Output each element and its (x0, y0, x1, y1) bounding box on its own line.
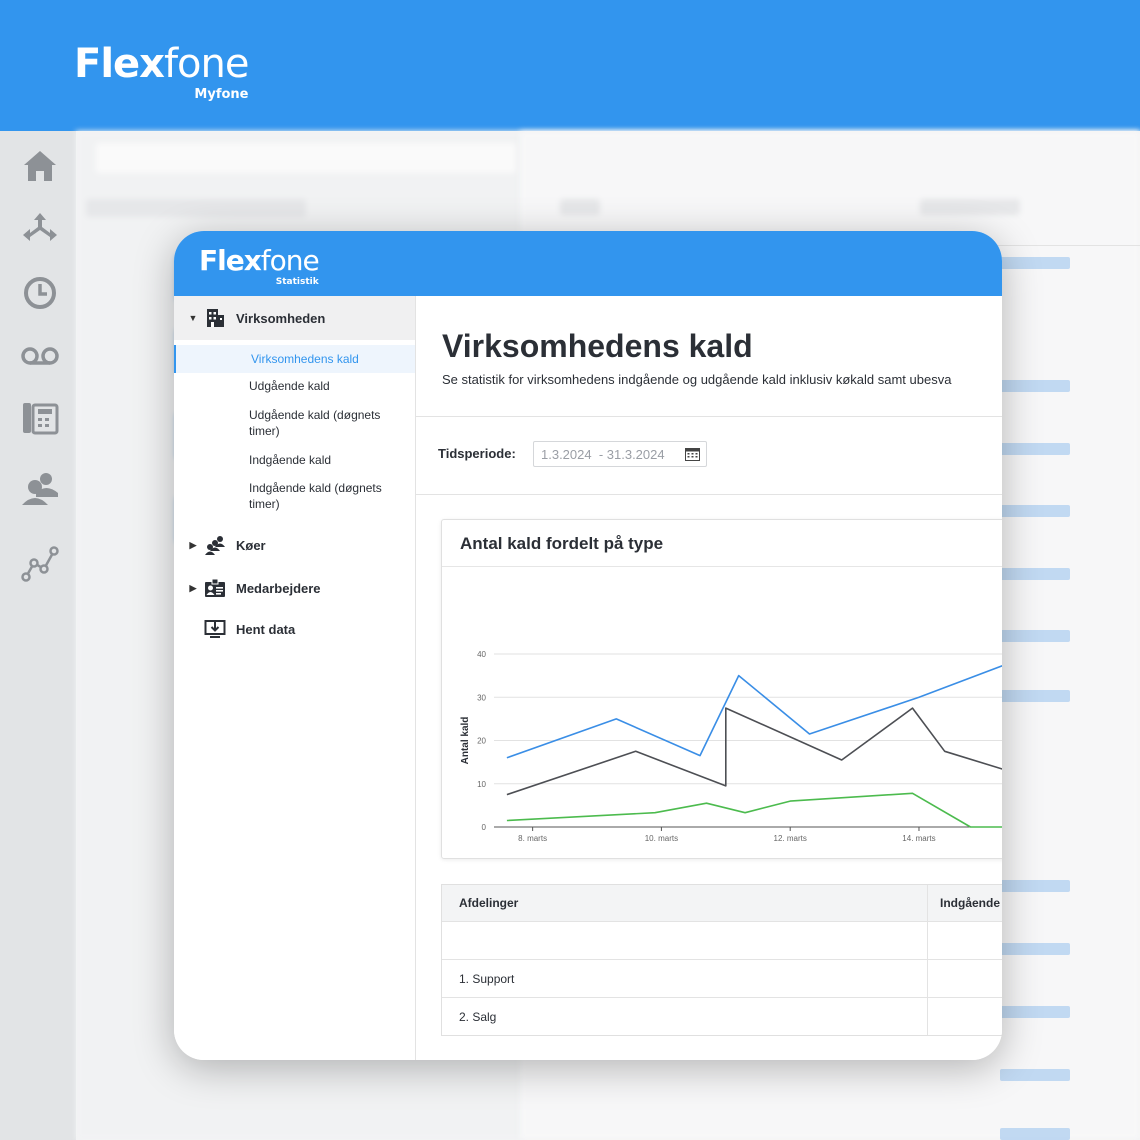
table-cell: 2. Salg (459, 1010, 497, 1024)
y-tick-label: 20 (477, 737, 486, 746)
section-medarbejdere[interactable]: ▶ Medarbejdere (174, 566, 415, 610)
clock-icon[interactable] (18, 271, 62, 315)
employee-card-icon (205, 578, 225, 597)
section-label: Virksomheden (236, 310, 326, 326)
table-row[interactable]: 1. Support (442, 959, 1002, 998)
departments-table: Afdelinger Indgående 1. Support 2. Salg (441, 884, 1002, 1036)
sidebar-item-indgaaende-kald[interactable]: Indgående kald (249, 452, 409, 468)
sidebar-item-indgaaende-kald-timer[interactable]: Indgående kald (døgnets timer) (249, 480, 409, 512)
series-line-3 (506, 792, 1002, 828)
series-line-2 (506, 707, 1002, 796)
voicemail-icon[interactable] (18, 333, 62, 377)
y-tick-label: 30 (477, 693, 486, 702)
table-row[interactable] (442, 921, 1002, 960)
divider (416, 494, 1002, 495)
statistics-icon[interactable] (18, 541, 62, 585)
column-header[interactable]: Afdelinger (459, 896, 518, 910)
section-virksomheden[interactable]: ▼ Virksomheden (174, 296, 415, 340)
section-label: Hent data (236, 621, 296, 637)
table-header: Afdelinger Indgående (442, 885, 1002, 921)
date-range-value: 1.3.2024 - 31.3.2024 (541, 447, 665, 462)
statistics-window: Flexfone Statistik ▼ Virksomheden Virkso… (174, 231, 1002, 1060)
sidebar-item-udgaaende-kald-timer[interactable]: Udgående kald (døgnets timer) (249, 407, 409, 439)
x-tick-label: 14. marts (902, 834, 935, 843)
app-header: Flexfone Myfone (0, 0, 1140, 131)
y-axis-label: Antal kald (460, 717, 471, 765)
divider (416, 416, 1002, 417)
section-label: Medarbejdere (236, 580, 321, 596)
sidebar-item-udgaaende-kald[interactable]: Udgående kald (249, 378, 409, 394)
statistics-sidebar: ▼ Virksomheden Virksomhedens kald Udgåen… (174, 296, 416, 1060)
building-icon (207, 309, 224, 327)
desk-phone-icon[interactable] (18, 395, 62, 439)
section-label: Køer (236, 537, 266, 553)
flexfone-statistik-logo[interactable]: Flexfone Statistik (199, 245, 320, 288)
section-hent-data[interactable]: Hent data (174, 607, 415, 651)
page-title: Virksomhedens kald (442, 328, 753, 364)
statistics-header: Flexfone Statistik (174, 231, 1002, 296)
navigation-rail (0, 131, 76, 1140)
routing-icon[interactable] (18, 207, 62, 251)
queue-icon (205, 536, 225, 555)
section-koeer[interactable]: ▶ Køer (174, 523, 415, 567)
calendar-icon[interactable] (685, 447, 700, 461)
table-row[interactable]: 2. Salg (442, 997, 1002, 1036)
caret-right-icon: ▶ (189, 582, 197, 593)
x-tick-label: 12. marts (774, 834, 807, 843)
y-tick-label: 10 (477, 780, 486, 789)
chart-panel: Antal kald fordelt på type 0 10 20 30 40 8. m… (441, 519, 1002, 859)
main-content: Virksomhedens kald Se statistik for virk… (416, 296, 1002, 1060)
x-tick-label: 8. marts (518, 834, 547, 843)
sidebar-item-virksomhedens-kald[interactable]: Virksomhedens kald (174, 345, 415, 373)
period-label: Tidsperiode: (438, 446, 516, 461)
caret-right-icon: ▶ (189, 539, 197, 550)
x-tick-label: 10. marts (645, 834, 678, 843)
download-icon (204, 620, 226, 638)
users-icon[interactable] (18, 467, 62, 511)
home-icon[interactable] (18, 143, 62, 187)
y-tick-label: 40 (477, 650, 486, 659)
series-line-1 (506, 665, 1002, 759)
page-description: Se statistik for virksomhedens indgående… (442, 372, 952, 387)
column-divider (927, 885, 928, 1035)
column-header[interactable]: Indgående (940, 896, 1000, 910)
table-cell: 1. Support (459, 972, 515, 986)
flexfone-myfone-logo[interactable]: Flexfone Myfone (74, 42, 249, 102)
caret-down-icon: ▼ (188, 313, 198, 323)
date-range-input[interactable]: 1.3.2024 - 31.3.2024 (533, 441, 707, 467)
y-tick-label: 0 (482, 823, 487, 832)
calls-line-chart: 0 10 20 30 40 8. marts 10. marts 12. marts 14. m… (460, 650, 1002, 843)
